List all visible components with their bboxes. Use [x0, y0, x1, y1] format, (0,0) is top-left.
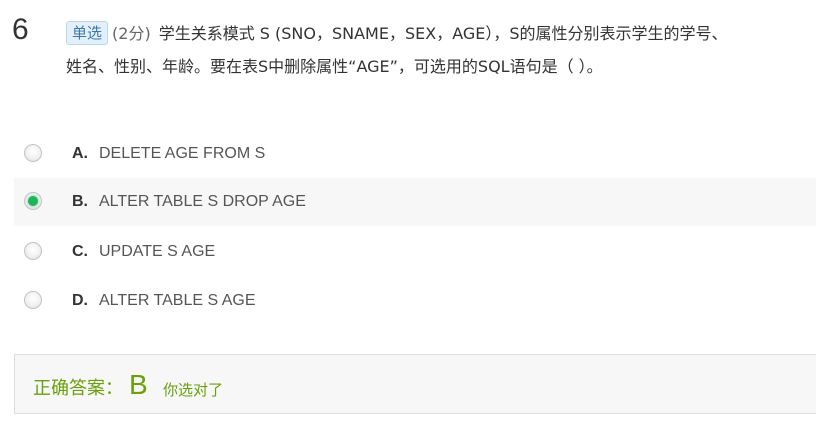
option-letter: B. [72, 193, 88, 210]
quiz-question: 6 单选 (2分) 学生关系模式 S (SNO，SNAME，SEX，AGE），S的属… [0, 0, 816, 432]
radio-button-c[interactable] [24, 242, 42, 260]
option-text: UPDATE S AGE [99, 243, 216, 260]
radio-button-a[interactable] [24, 144, 42, 162]
radio-button-d[interactable] [24, 291, 42, 309]
radio-button-b-selected[interactable] [24, 192, 42, 210]
option-text: DELETE AGE FROM S [99, 145, 266, 162]
answer-panel: 正确答案： B 你选对了 [14, 354, 816, 414]
option-a[interactable]: A. DELETE AGE FROM S [14, 130, 816, 178]
answer-result-note: 你选对了 [163, 381, 224, 399]
option-text: ALTER TABLE S AGE [99, 292, 256, 309]
option-b[interactable]: B. ALTER TABLE S DROP AGE [14, 178, 816, 226]
option-letter: A. [72, 145, 88, 162]
option-letter: C. [72, 243, 88, 260]
radio-checked-dot [28, 196, 38, 206]
question-number: 6 [12, 13, 29, 46]
option-d[interactable]: D. ALTER TABLE S AGE [14, 277, 816, 325]
option-letter: D. [72, 292, 88, 309]
question-text-line2: 姓名、性别、年龄。要在表S中删除属性“AGE”，可选用的SQL语句是（ ）。 [66, 57, 603, 76]
question-header: 单选 (2分) 学生关系模式 S (SNO，SNAME，SEX，AGE），S的属性分… [66, 16, 816, 52]
option-c[interactable]: C. UPDATE S AGE [14, 228, 816, 276]
option-text: ALTER TABLE S DROP AGE [99, 193, 306, 210]
correct-answer-label: 正确答案： [33, 378, 123, 399]
question-text-line1: 学生关系模式 S (SNO，SNAME，SEX，AGE），S的属性分别表示学生的… [158, 24, 728, 43]
question-type-badge: 单选 [66, 21, 109, 45]
correct-answer-value: B [129, 369, 148, 400]
question-score: (2分) [112, 24, 151, 43]
